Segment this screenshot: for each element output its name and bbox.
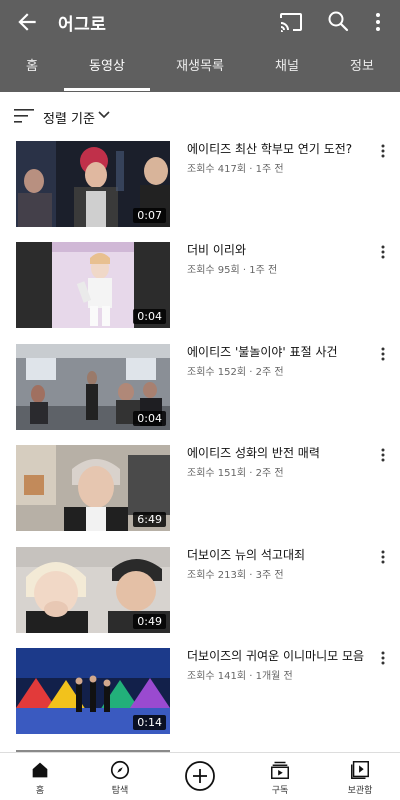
video-meta: 조회수 95회 · 1주 전 bbox=[187, 265, 278, 276]
video-duration: 0:04 bbox=[133, 411, 166, 426]
video-title[interactable]: 더보이즈의 귀여운 이니마니모 모음 bbox=[187, 648, 373, 664]
more-options-icon[interactable] bbox=[379, 549, 387, 565]
video-meta: 조회수 213회 · 3주 전 bbox=[187, 570, 284, 581]
sort-icon bbox=[14, 109, 34, 123]
video-item[interactable]: 6:49 에이티즈 성화의 반전 매력 조회수 151회 · 2주 전 bbox=[0, 445, 400, 541]
video-title[interactable]: 에이티즈 최산 학부모 연기 도전? bbox=[187, 141, 373, 157]
video-thumbnail[interactable]: 6:49 bbox=[16, 445, 170, 531]
video-item[interactable]: 0:04 에이티즈 '불놀이야' 표절 사건 조회수 152회 · 2주 전 bbox=[0, 344, 400, 440]
more-options-icon[interactable] bbox=[379, 244, 387, 260]
tab-videos[interactable]: 동영상 bbox=[64, 44, 150, 92]
video-meta: 조회수 151회 · 2주 전 bbox=[187, 468, 284, 479]
tab-channels[interactable]: 채널 bbox=[255, 44, 319, 92]
nav-home[interactable]: 홈 bbox=[8, 757, 72, 799]
video-title[interactable]: 에이티즈 성화의 반전 매력 bbox=[187, 445, 373, 461]
more-options-icon[interactable] bbox=[379, 143, 387, 159]
subscriptions-icon bbox=[271, 761, 289, 779]
video-thumbnail[interactable]: 0:04 bbox=[16, 344, 170, 430]
video-meta: 조회수 141회 · 1개월 전 bbox=[187, 671, 293, 682]
video-duration: 6:49 bbox=[133, 512, 166, 527]
video-thumbnail[interactable]: 0:49 bbox=[16, 547, 170, 633]
video-title[interactable]: 에이티즈 '불놀이야' 표절 사건 bbox=[187, 344, 373, 360]
active-tab-indicator bbox=[64, 88, 150, 91]
nav-explore-label: 탐색 bbox=[111, 786, 129, 796]
video-meta: 조회수 417회 · 1주 전 bbox=[187, 164, 284, 175]
back-arrow-icon[interactable] bbox=[14, 9, 40, 35]
video-item[interactable]: 0:04 더비 이리와 조회수 95회 · 1주 전 bbox=[0, 242, 400, 338]
cast-icon[interactable] bbox=[279, 10, 303, 34]
add-icon bbox=[185, 761, 215, 791]
library-icon bbox=[351, 761, 369, 779]
nav-subscriptions-label: 구독 bbox=[271, 786, 289, 796]
video-item[interactable]: 0:14 더보이즈의 귀여운 이니마니모 모음 조회수 141회 · 1개월 전 bbox=[0, 648, 400, 744]
app-bar: 어그로 bbox=[0, 0, 400, 44]
nav-explore[interactable]: 탐색 bbox=[88, 757, 152, 799]
video-duration: 0:07 bbox=[133, 208, 166, 223]
more-options-icon[interactable] bbox=[379, 447, 387, 463]
tab-home[interactable]: 홈 bbox=[0, 44, 64, 92]
nav-home-label: 홈 bbox=[35, 786, 45, 796]
video-thumbnail[interactable]: 0:04 bbox=[16, 242, 170, 328]
more-options-icon[interactable] bbox=[368, 9, 388, 35]
channel-title: 어그로 bbox=[58, 15, 107, 35]
video-duration: 0:04 bbox=[133, 309, 166, 324]
sort-label: 정렬 기준 bbox=[43, 112, 95, 127]
home-icon bbox=[32, 762, 48, 778]
video-thumbnail[interactable]: 0:07 bbox=[16, 141, 170, 227]
nav-library[interactable]: 보관함 bbox=[328, 757, 392, 799]
video-item[interactable]: 0:49 더보이즈 뉴의 석고대죄 조회수 213회 · 3주 전 bbox=[0, 547, 400, 643]
nav-library-label: 보관함 bbox=[347, 786, 373, 796]
tab-playlists[interactable]: 재생목록 bbox=[160, 44, 240, 92]
video-title[interactable]: 더비 이리와 bbox=[187, 242, 373, 258]
tab-about[interactable]: 정보 bbox=[330, 44, 394, 92]
video-item[interactable]: 0:07 에이티즈 최산 학부모 연기 도전? 조회수 417회 · 1주 전 bbox=[0, 141, 400, 237]
sort-control[interactable]: 정렬 기준 bbox=[0, 92, 400, 140]
video-thumbnail[interactable]: 0:14 bbox=[16, 648, 170, 734]
video-duration: 0:14 bbox=[133, 715, 166, 730]
chevron-down-icon bbox=[98, 111, 110, 119]
video-title[interactable]: 더보이즈 뉴의 석고대죄 bbox=[187, 547, 373, 563]
video-duration: 0:49 bbox=[133, 614, 166, 629]
more-options-icon[interactable] bbox=[379, 346, 387, 362]
compass-icon bbox=[110, 760, 130, 780]
bottom-navigation: 홈 탐색 구독 보관함 bbox=[0, 752, 400, 800]
channel-tabs: 홈 동영상 재생목록 채널 정보 bbox=[0, 44, 400, 92]
video-meta: 조회수 152회 · 2주 전 bbox=[187, 367, 284, 378]
search-icon[interactable] bbox=[326, 9, 350, 33]
more-options-icon[interactable] bbox=[379, 650, 387, 666]
nav-subscriptions[interactable]: 구독 bbox=[248, 757, 312, 799]
nav-create[interactable] bbox=[168, 757, 232, 799]
